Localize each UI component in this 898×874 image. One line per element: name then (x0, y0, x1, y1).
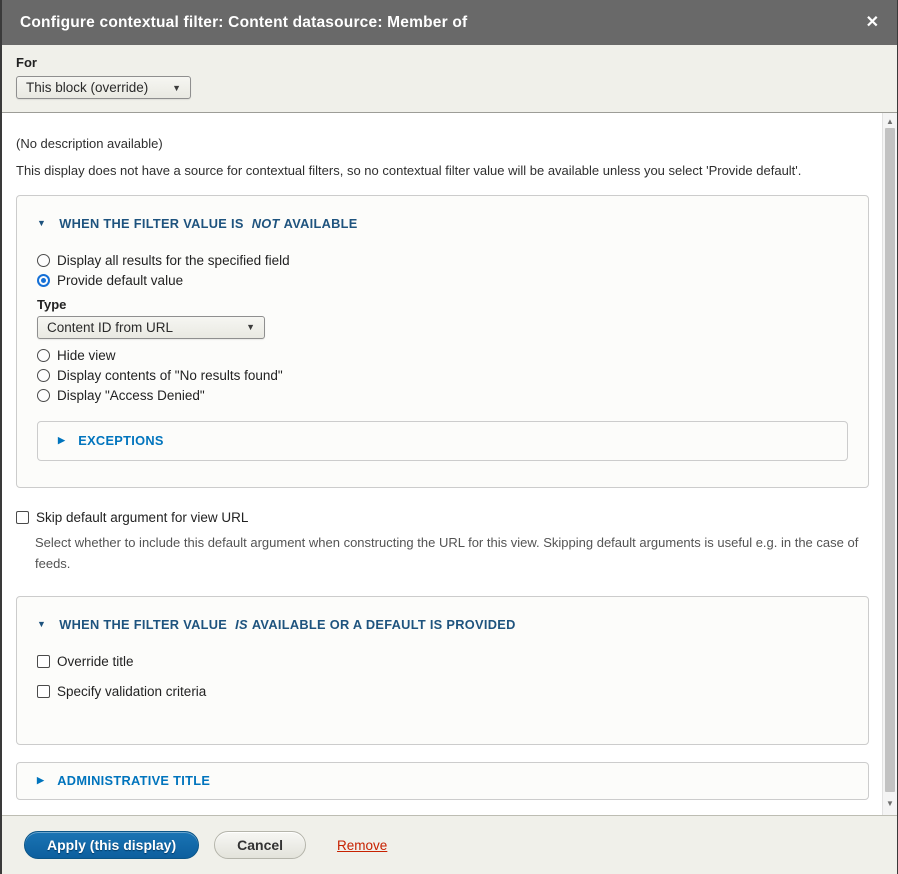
fieldset-not-available: ▼ WHEN THE FILTER VALUE IS NOT AVAILABLE… (16, 195, 869, 488)
collapsed-triangle-icon: ▶ (58, 435, 65, 446)
radio-icon[interactable] (37, 274, 50, 287)
checkbox-validation-criteria[interactable]: Specify validation criteria (37, 684, 848, 699)
radio-icon[interactable] (37, 349, 50, 362)
display-source-note: This display does not have a source for … (16, 162, 869, 181)
radio-display-all-results[interactable]: Display all results for the specified fi… (37, 253, 848, 268)
type-label: Type (37, 297, 848, 312)
legend-text: EXCEPTIONS (78, 433, 164, 448)
for-label: For (16, 55, 883, 70)
legend-emphasis: IS (235, 617, 248, 632)
radio-icon[interactable] (37, 369, 50, 382)
legend-text: WHEN THE FILTER VALUE (59, 617, 227, 632)
radio-hide-view[interactable]: Hide view (37, 348, 848, 363)
fieldset-available-legend[interactable]: ▼ WHEN THE FILTER VALUE IS AVAILABLE OR … (37, 617, 848, 632)
scroll-up-icon[interactable]: ▲ (883, 115, 897, 129)
dialog-body-content: (No description available) This display … (2, 113, 882, 815)
legend-text: ADMINISTRATIVE TITLE (57, 773, 210, 788)
contextual-filter-dialog: Configure contextual filter: Content dat… (0, 0, 898, 874)
display-scope-value: This block (override) (26, 80, 148, 95)
radio-label[interactable]: Hide view (57, 348, 116, 363)
radio-provide-default[interactable]: Provide default value (37, 273, 848, 288)
legend-text: WHEN THE FILTER VALUE IS (59, 216, 243, 231)
radio-icon[interactable] (37, 254, 50, 267)
scroll-down-icon[interactable]: ▼ (883, 797, 897, 811)
checkbox-label[interactable]: Override title (57, 654, 134, 669)
close-icon[interactable]: ✕ (866, 15, 879, 31)
radio-access-denied[interactable]: Display "Access Denied" (37, 388, 848, 403)
expanded-triangle-icon: ▼ (37, 218, 46, 228)
checkbox-label[interactable]: Specify validation criteria (57, 684, 206, 699)
default-type-select[interactable]: Content ID from URL ▼ (37, 316, 265, 339)
select-arrow-icon: ▼ (172, 83, 181, 93)
default-type-value: Content ID from URL (47, 320, 173, 335)
checkbox-label[interactable]: Skip default argument for view URL (36, 510, 248, 525)
radio-label[interactable]: Provide default value (57, 273, 183, 288)
fieldset-not-available-legend[interactable]: ▼ WHEN THE FILTER VALUE IS NOT AVAILABLE (37, 216, 848, 231)
display-scope-select[interactable]: This block (override) ▼ (16, 76, 191, 99)
radio-label[interactable]: Display all results for the specified fi… (57, 253, 290, 268)
checkbox-skip-default[interactable]: Skip default argument for view URL (16, 510, 869, 525)
select-arrow-icon: ▼ (246, 322, 255, 332)
expanded-triangle-icon: ▼ (37, 619, 46, 629)
dialog-title: Configure contextual filter: Content dat… (20, 14, 467, 32)
fieldset-exceptions[interactable]: ▶ EXCEPTIONS (37, 421, 848, 461)
legend-text: AVAILABLE (284, 216, 358, 231)
fieldset-administrative-title[interactable]: ▶ ADMINISTRATIVE TITLE (16, 762, 869, 800)
dialog-footer: Apply (this display) Cancel Remove (2, 815, 897, 874)
radio-label[interactable]: Display contents of "No results found" (57, 368, 283, 383)
scrollbar-thumb[interactable] (885, 128, 895, 792)
dialog-titlebar: Configure contextual filter: Content dat… (2, 0, 897, 45)
checkbox-icon[interactable] (16, 511, 29, 524)
checkbox-override-title[interactable]: Override title (37, 654, 848, 669)
legend-emphasis: NOT (252, 216, 280, 231)
remove-link[interactable]: Remove (337, 838, 387, 853)
radio-no-results[interactable]: Display contents of "No results found" (37, 368, 848, 383)
apply-button[interactable]: Apply (this display) (24, 831, 199, 859)
for-section: For This block (override) ▼ (2, 45, 897, 113)
legend-text: AVAILABLE OR A DEFAULT IS PROVIDED (252, 617, 516, 632)
fieldset-available: ▼ WHEN THE FILTER VALUE IS AVAILABLE OR … (16, 596, 869, 745)
checkbox-icon[interactable] (37, 655, 50, 668)
radio-icon[interactable] (37, 389, 50, 402)
skip-default-description: Select whether to include this default a… (35, 532, 863, 574)
cancel-button[interactable]: Cancel (214, 831, 306, 859)
checkbox-icon[interactable] (37, 685, 50, 698)
collapsed-triangle-icon: ▶ (37, 775, 44, 786)
no-description-text: (No description available) (16, 135, 869, 154)
vertical-scrollbar[interactable]: ▲ ▼ (882, 113, 897, 815)
radio-label[interactable]: Display "Access Denied" (57, 388, 205, 403)
dialog-body: (No description available) This display … (2, 113, 897, 815)
